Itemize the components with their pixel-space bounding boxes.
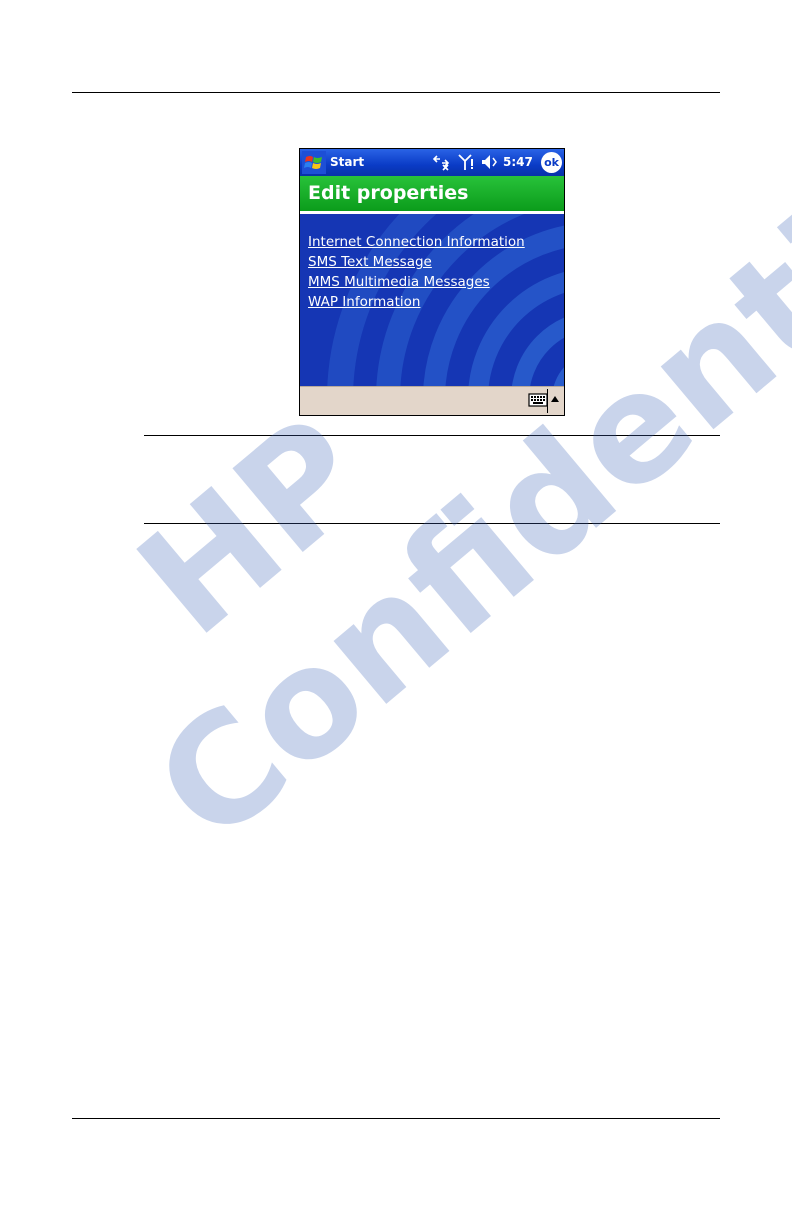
link-sms-text-message[interactable]: SMS Text Message xyxy=(308,252,525,272)
note-bottom-rule xyxy=(144,523,720,524)
device-screenshot: Start 5:47 ok Edit properties Internet C… xyxy=(299,148,565,416)
connectivity-icon[interactable] xyxy=(432,152,450,172)
note-top-rule xyxy=(144,435,720,436)
speaker-icon[interactable] xyxy=(480,152,498,172)
link-mms-multimedia-messages[interactable]: MMS Multimedia Messages xyxy=(308,272,525,292)
signal-icon[interactable] xyxy=(457,152,475,172)
link-wap-information[interactable]: WAP Information xyxy=(308,292,525,312)
sip-divider xyxy=(547,389,548,413)
page-title: Edit properties xyxy=(308,182,469,204)
link-internet-connection[interactable]: Internet Connection Information xyxy=(308,232,525,252)
sip-arrow-icon[interactable] xyxy=(551,396,559,402)
ok-button[interactable]: ok xyxy=(541,152,562,173)
clock[interactable]: 5:47 xyxy=(503,155,533,169)
menu-bar xyxy=(300,386,564,415)
content-area: Internet Connection Information SMS Text… xyxy=(300,214,564,386)
page-bottom-rule xyxy=(72,1118,720,1119)
property-links: Internet Connection Information SMS Text… xyxy=(308,232,525,312)
start-label[interactable]: Start xyxy=(330,155,364,169)
page-top-rule xyxy=(72,92,720,93)
header-bar: Edit properties xyxy=(300,176,564,211)
windows-flag-icon[interactable] xyxy=(302,151,326,174)
title-bar: Start 5:47 ok xyxy=(300,149,564,176)
watermark-line-1: HP xyxy=(107,384,399,669)
keyboard-icon[interactable] xyxy=(528,391,548,409)
